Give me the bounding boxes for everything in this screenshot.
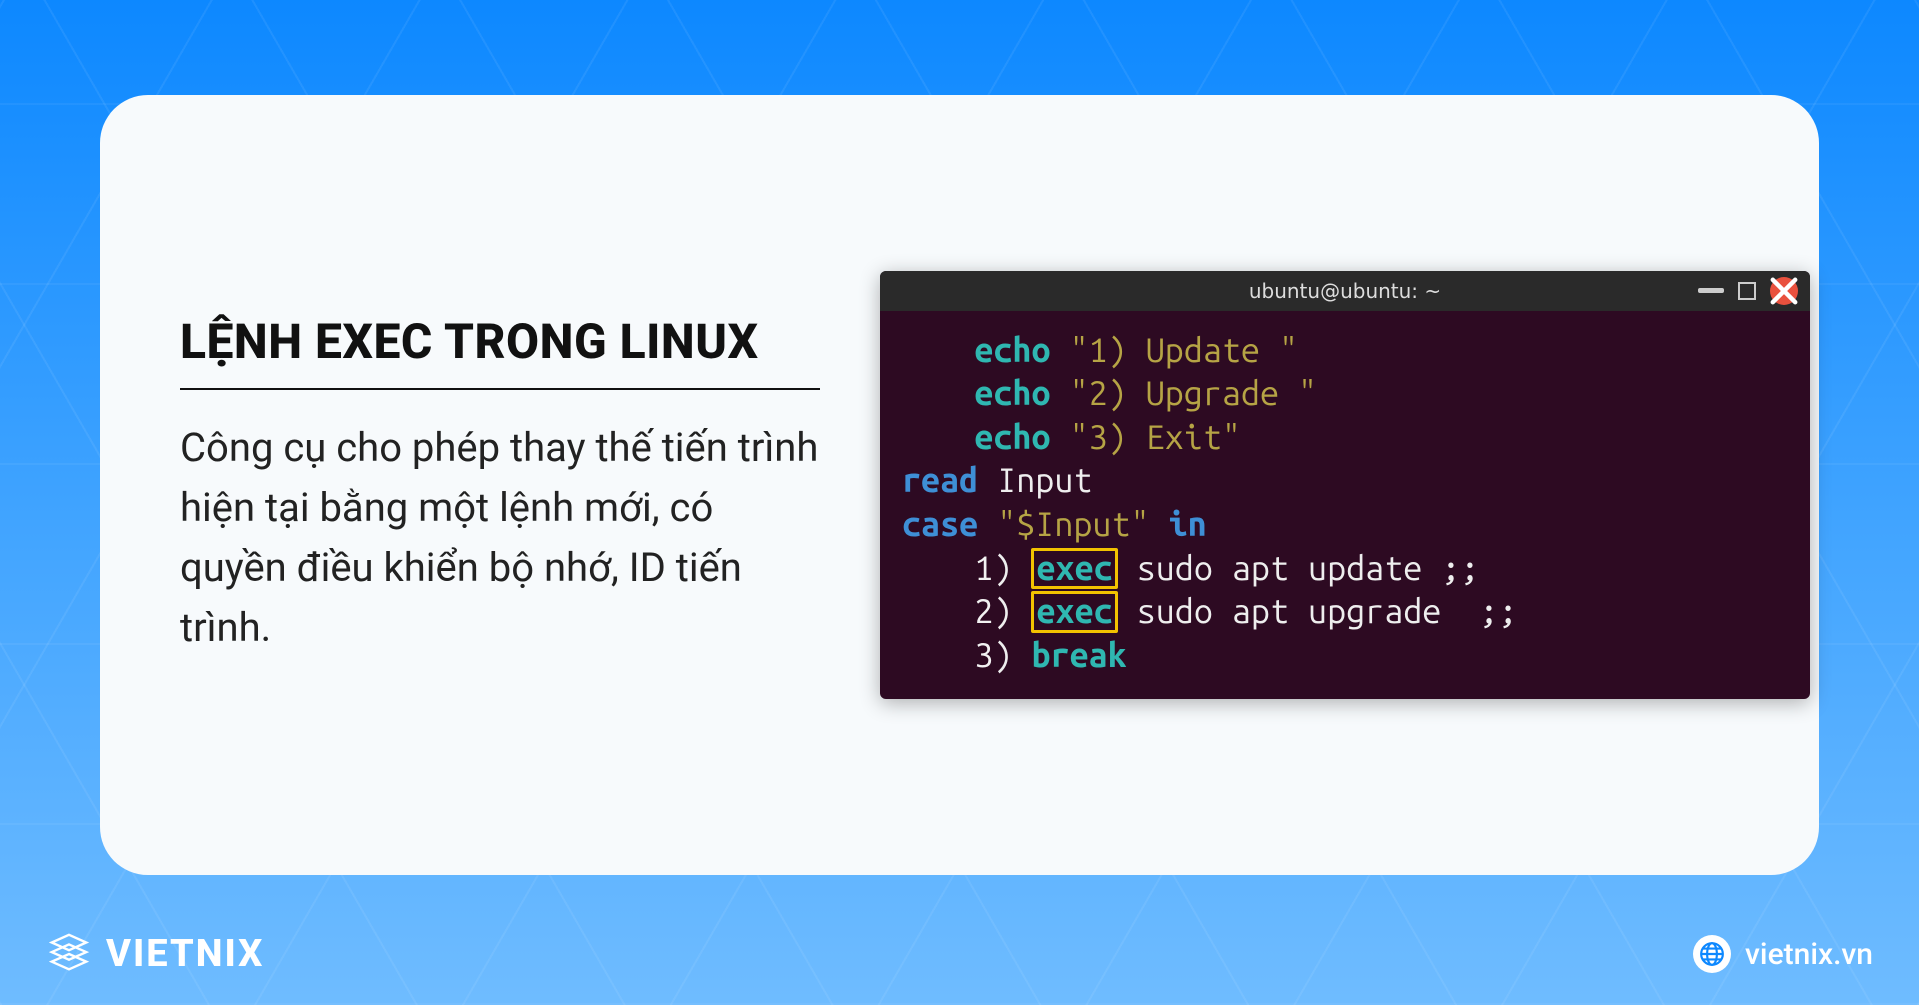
highlight-box: exec (1031, 591, 1117, 633)
card-description: Công cụ cho phép thay thế tiến trình hiệ… (180, 418, 820, 658)
keyword-break: break (1031, 636, 1126, 674)
command-text: sudo apt update ;; (1118, 549, 1480, 587)
case-number: 2 (974, 592, 993, 630)
card-title: LỆNH EXEC TRONG LINUX (180, 313, 820, 390)
command-text: sudo apt upgrade ;; (1118, 592, 1518, 630)
keyword-exec: exec (1036, 549, 1112, 587)
identifier: Input (997, 461, 1092, 499)
terminal-titlebar: ubuntu@ubuntu: ~ (880, 271, 1810, 311)
terminal-body: echo "1) Update " echo "2) Upgrade " ech… (880, 311, 1810, 699)
keyword-echo: echo (974, 418, 1050, 456)
keyword-in: in (1169, 505, 1207, 543)
minimize-icon[interactable] (1698, 288, 1724, 293)
keyword-echo: echo (974, 331, 1050, 369)
string-literal: "1) Update " (1070, 331, 1298, 369)
brand-name: VIETNIX (106, 932, 264, 976)
terminal-title: ubuntu@ubuntu: ~ (880, 279, 1810, 303)
keyword-echo: echo (974, 374, 1050, 412)
keyword-exec: exec (1036, 592, 1112, 630)
site-url: vietnix.vn (1745, 937, 1873, 972)
keyword-case: case (902, 505, 978, 543)
maximize-icon[interactable] (1738, 282, 1756, 300)
stack-cube-icon (46, 931, 92, 977)
window-controls (1698, 277, 1798, 305)
footer: VIETNIX vietnix.vn (0, 931, 1919, 977)
string-literal: "2) Upgrade " (1070, 374, 1318, 412)
brand-logo: VIETNIX (46, 931, 264, 977)
keyword-read: read (902, 461, 978, 499)
text-column: LỆNH EXEC TRONG LINUX Công cụ cho phép t… (180, 313, 820, 658)
highlight-box: exec (1031, 548, 1117, 590)
variable: "$Input" (997, 505, 1149, 543)
terminal-window: ubuntu@ubuntu: ~ echo "1) Update " echo … (880, 271, 1810, 699)
case-number: 1 (974, 549, 993, 587)
case-number: 3 (974, 636, 993, 674)
string-literal: "3) Exit" (1070, 418, 1241, 456)
close-icon[interactable] (1770, 277, 1798, 305)
info-card: LỆNH EXEC TRONG LINUX Công cụ cho phép t… (100, 95, 1819, 875)
site-link[interactable]: vietnix.vn (1693, 935, 1873, 973)
globe-icon (1693, 935, 1731, 973)
terminal-column: ubuntu@ubuntu: ~ echo "1) Update " echo … (880, 271, 1810, 699)
